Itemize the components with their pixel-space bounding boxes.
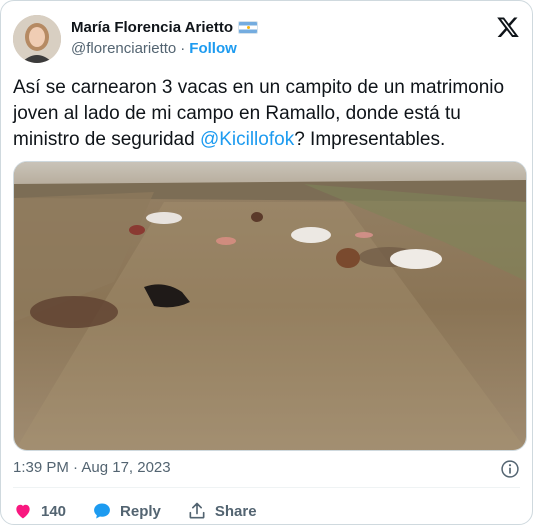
follow-button[interactable]: Follow	[189, 40, 237, 57]
tweet-header: María Florencia Arietto @florenciarietto…	[13, 15, 520, 65]
author-name[interactable]: María Florencia Arietto	[71, 19, 233, 36]
tweet-card: María Florencia Arietto @florenciarietto…	[0, 0, 533, 525]
like-button[interactable]: 140	[13, 501, 66, 521]
tweet-text-end: ? Impresentables.	[294, 129, 446, 150]
like-count: 140	[41, 502, 67, 520]
mention-link[interactable]: @Kicillofok	[200, 129, 294, 150]
info-icon[interactable]	[500, 459, 520, 479]
reply-label: Reply	[120, 502, 161, 520]
tweet-photo[interactable]	[13, 161, 527, 451]
author-info: María Florencia Arietto @florenciarietto…	[71, 19, 258, 57]
avatar[interactable]	[13, 15, 61, 63]
share-label: Share	[214, 502, 257, 520]
separator: ·	[180, 40, 186, 57]
reply-button[interactable]: Reply	[92, 501, 161, 521]
timestamp[interactable]: 1:39 PM · Aug 17, 2023	[13, 459, 171, 476]
x-logo-icon[interactable]	[496, 15, 520, 39]
tweet-text: Así se carnearon 3 vacas en un campito d…	[13, 75, 518, 153]
divider	[13, 487, 520, 488]
action-bar: 140 Reply Share	[13, 499, 283, 523]
timestamp-row: 1:39 PM · Aug 17, 2023	[13, 459, 520, 479]
author-handle[interactable]: @florenciarietto	[71, 40, 176, 57]
heart-icon	[16, 504, 30, 519]
share-icon	[189, 502, 205, 519]
reply-bubble-icon	[94, 503, 110, 519]
share-button[interactable]: Share	[187, 501, 257, 521]
argentina-flag-icon	[237, 21, 258, 34]
